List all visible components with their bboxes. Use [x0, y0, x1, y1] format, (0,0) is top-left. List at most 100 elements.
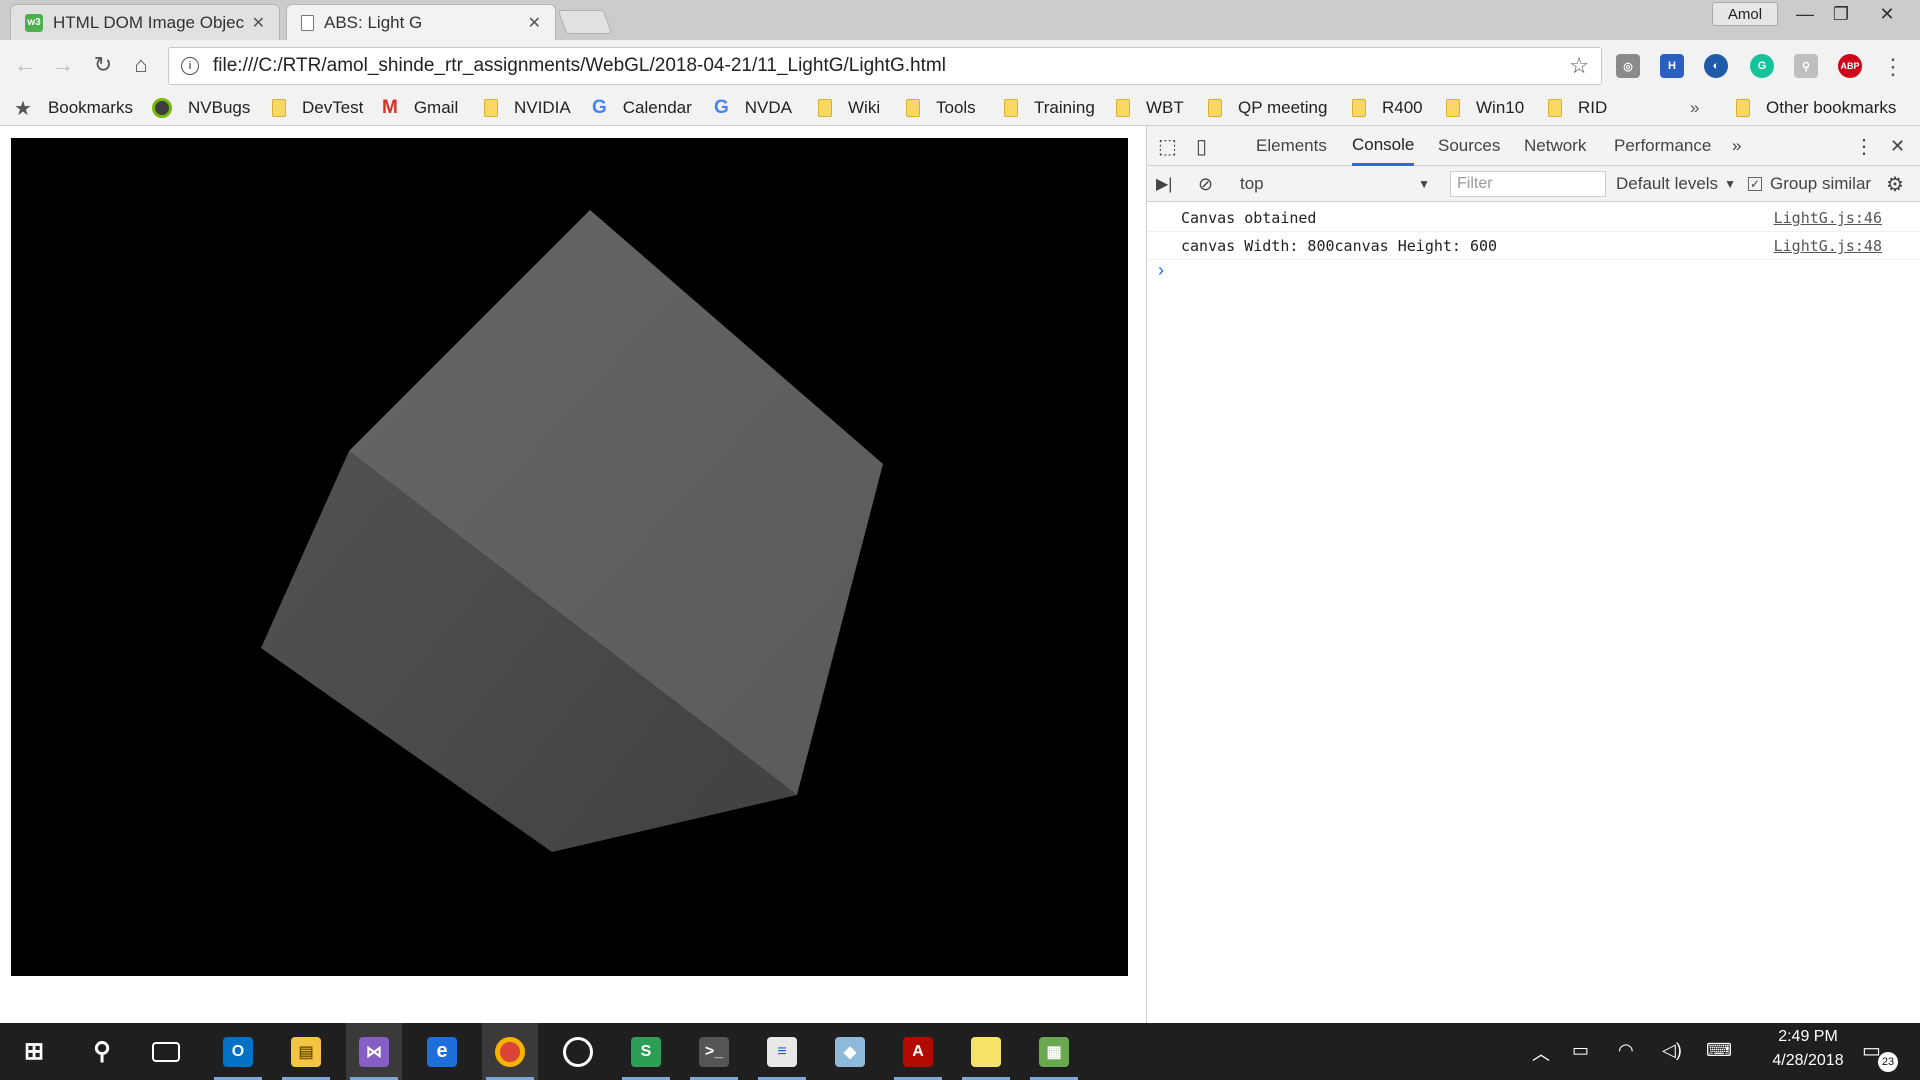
- bookmark-wiki[interactable]: Wiki: [818, 96, 880, 120]
- address-bar[interactable]: i file:///C:/RTR/amol_shinde_rtr_assignm…: [168, 47, 1602, 85]
- tab-abs-light-g[interactable]: ABS: Light G ✕: [286, 4, 556, 40]
- home-icon[interactable]: ⌂: [128, 52, 154, 78]
- device-toolbar-icon[interactable]: ▯: [1196, 126, 1207, 166]
- bookmark-devtest[interactable]: DevTest: [272, 96, 363, 120]
- tab-performance[interactable]: Performance: [1614, 126, 1711, 166]
- chrome-app[interactable]: [482, 1023, 538, 1080]
- source-link[interactable]: LightG.js:46: [1774, 209, 1882, 227]
- bookmark-training[interactable]: Training: [1004, 96, 1095, 120]
- extension-icon[interactable]: ◐: [1704, 54, 1728, 78]
- default-levels-select[interactable]: Default levels ▼: [1616, 166, 1736, 202]
- reload-icon[interactable]: ↻: [90, 52, 116, 78]
- restore-icon[interactable]: ❐: [1818, 0, 1864, 28]
- task-view-button[interactable]: [138, 1023, 194, 1080]
- visual-studio-app[interactable]: ⋈: [346, 1023, 402, 1080]
- app-icon[interactable]: >_: [686, 1023, 742, 1080]
- bookmark-nvbugs[interactable]: NVBugs: [152, 96, 250, 120]
- wifi-icon[interactable]: ◠: [1618, 1040, 1634, 1061]
- profile-button[interactable]: Amol: [1712, 2, 1778, 26]
- gmail-icon: M: [382, 97, 398, 118]
- bookmark-bookmarks[interactable]: ★ Bookmarks: [14, 96, 133, 120]
- tab-network[interactable]: Network: [1524, 126, 1586, 166]
- app-icon[interactable]: [550, 1023, 606, 1080]
- folder-icon: [272, 99, 286, 117]
- bookmark-r400[interactable]: R400: [1352, 96, 1423, 120]
- search-button[interactable]: ⚲: [74, 1023, 130, 1080]
- chevron-down-icon: ▼: [1418, 177, 1430, 191]
- bookmark-nvda[interactable]: G NVDA: [714, 96, 792, 120]
- devtools-close-icon[interactable]: ✕: [1890, 126, 1905, 166]
- devtools-menu-icon[interactable]: ⋮: [1854, 126, 1874, 166]
- menu-icon[interactable]: ⋮: [1880, 54, 1906, 80]
- volume-icon[interactable]: ◁): [1662, 1040, 1682, 1061]
- clock[interactable]: 2:49 PM 4/28/2018: [1758, 1028, 1858, 1070]
- close-window-icon[interactable]: ✕: [1862, 0, 1912, 28]
- tab-html-dom[interactable]: w3 HTML DOM Image Objec ✕: [10, 4, 280, 40]
- bookmark-qp-meeting[interactable]: QP meeting: [1208, 96, 1327, 120]
- clock-date: 4/28/2018: [1772, 1052, 1844, 1069]
- folder-icon: [1116, 99, 1130, 117]
- edge-app[interactable]: e: [414, 1023, 470, 1080]
- start-button[interactable]: ⊞: [6, 1023, 62, 1080]
- new-tab-button[interactable]: [557, 10, 613, 34]
- folder-icon: [1446, 99, 1460, 117]
- source-link[interactable]: LightG.js:48: [1774, 237, 1882, 255]
- battery-icon[interactable]: ▭: [1572, 1040, 1589, 1061]
- app-icon[interactable]: ▦: [1026, 1023, 1082, 1080]
- bookmark-rid[interactable]: RID: [1548, 96, 1607, 120]
- devtools-panel: [1146, 126, 1920, 1023]
- inspect-icon[interactable]: ⬚: [1158, 126, 1177, 166]
- google-icon: G: [714, 97, 729, 118]
- group-similar-checkbox[interactable]: ✓ Group similar: [1748, 166, 1871, 202]
- windows-icon: ⊞: [23, 1038, 45, 1065]
- bookmark-other[interactable]: Other bookmarks: [1736, 96, 1896, 120]
- bookmark-win10[interactable]: Win10: [1446, 96, 1524, 120]
- close-icon[interactable]: ✕: [252, 13, 265, 33]
- gear-icon[interactable]: ⚙: [1886, 166, 1904, 202]
- tab-title: HTML DOM Image Objec: [53, 12, 245, 32]
- tab-sources[interactable]: Sources: [1438, 126, 1500, 166]
- star-icon[interactable]: ☆: [1569, 53, 1589, 79]
- s-icon: S: [631, 1036, 661, 1067]
- document-icon: ≡: [767, 1036, 797, 1067]
- adblock-icon[interactable]: ABP: [1838, 54, 1862, 78]
- webgl-canvas[interactable]: [11, 138, 1128, 976]
- bookmark-calendar[interactable]: G Calendar: [592, 96, 692, 120]
- bookmark-wbt[interactable]: WBT: [1116, 96, 1184, 120]
- checkbox-icon: ✓: [1748, 177, 1762, 191]
- edge-icon: e: [427, 1036, 457, 1067]
- forward-icon[interactable]: →: [50, 52, 76, 78]
- extension-icon[interactable]: H: [1660, 54, 1684, 78]
- clear-console-icon[interactable]: ⊘: [1198, 166, 1213, 202]
- close-icon[interactable]: ✕: [528, 13, 541, 33]
- extension-icon[interactable]: ◎: [1616, 54, 1640, 78]
- clock-time: 2:49 PM: [1778, 1028, 1838, 1045]
- app-icon[interactable]: ≡: [754, 1023, 810, 1080]
- search-icon: ⚲: [93, 1038, 111, 1065]
- app-icon[interactable]: S: [618, 1023, 674, 1080]
- context-select[interactable]: top ▼: [1240, 166, 1430, 202]
- acrobat-app[interactable]: A: [890, 1023, 946, 1080]
- tab-elements[interactable]: Elements: [1256, 126, 1327, 166]
- console-prompt[interactable]: ›: [1158, 260, 1164, 281]
- sidebar-toggle-icon[interactable]: ▶|: [1156, 166, 1172, 202]
- tab-title: ABS: Light G: [324, 12, 423, 32]
- info-icon[interactable]: i: [181, 57, 199, 75]
- console-message: canvas Width: 800canvas Height: 600 Ligh…: [1147, 232, 1920, 260]
- more-tabs-button[interactable]: »: [1732, 126, 1741, 166]
- file-explorer-app[interactable]: ▤: [278, 1023, 334, 1080]
- back-icon[interactable]: ←: [12, 52, 38, 78]
- filter-input[interactable]: Filter: [1450, 171, 1606, 197]
- bookmarks-overflow-button[interactable]: »: [1690, 96, 1699, 120]
- bookmark-nvidia[interactable]: NVIDIA: [484, 96, 571, 120]
- bookmark-tools[interactable]: Tools: [906, 96, 976, 120]
- app-icon[interactable]: ◆: [822, 1023, 878, 1080]
- show-hidden-icons[interactable]: ︿: [1532, 1040, 1550, 1066]
- keyboard-icon[interactable]: ⌨: [1706, 1040, 1732, 1061]
- tab-console[interactable]: Console: [1352, 126, 1415, 166]
- pdf-icon[interactable]: ⚲: [1794, 54, 1818, 78]
- bookmark-gmail[interactable]: M Gmail: [382, 96, 458, 120]
- outlook-app[interactable]: O: [210, 1023, 266, 1080]
- grammarly-icon[interactable]: G: [1750, 54, 1774, 78]
- sticky-notes-app[interactable]: [958, 1023, 1014, 1080]
